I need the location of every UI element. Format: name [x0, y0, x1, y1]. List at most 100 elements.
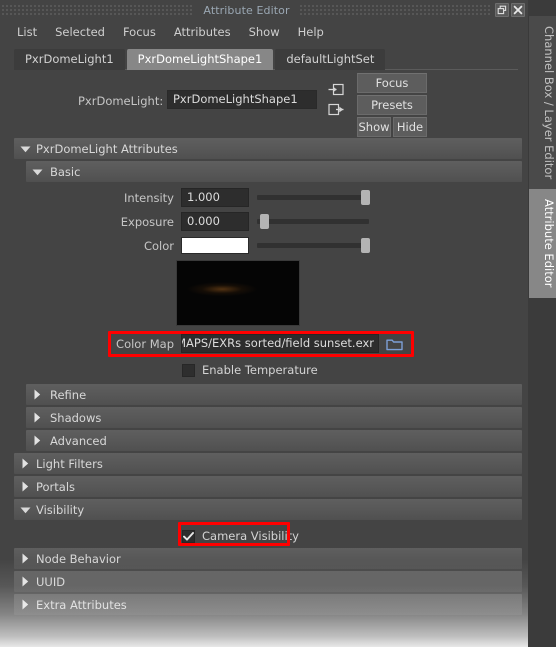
presets-button[interactable]: Presets: [357, 95, 427, 115]
node-header-row: PxrDomeLight: PxrDomeLightShape1 Focus P…: [0, 70, 528, 138]
tab-pxrdomelight1[interactable]: PxrDomeLight1: [14, 49, 125, 70]
restore-icon: [497, 5, 507, 15]
menu-list[interactable]: List: [8, 22, 46, 42]
node-action-buttons: Focus Presets Show Hide: [357, 73, 427, 139]
title-grip-right[interactable]: [299, 4, 492, 16]
section-label: Refine: [50, 387, 87, 402]
show-button[interactable]: Show: [357, 117, 391, 137]
menu-show[interactable]: Show: [240, 22, 289, 42]
intensity-slider[interactable]: [257, 189, 371, 206]
section-label: Portals: [36, 479, 76, 494]
color-swatch[interactable]: [181, 237, 249, 254]
checkmark-icon: [183, 531, 194, 541]
color-label: Color: [143, 238, 174, 253]
chevron-right-icon: [26, 389, 48, 400]
section-label: UUID: [36, 574, 66, 589]
side-tab-channel-box-layer-editor[interactable]: Channel Box / Layer Editor: [528, 16, 556, 190]
section-label: Shadows: [50, 410, 102, 425]
section-label: PxrDomeLight Attributes: [36, 141, 178, 156]
slider-knob[interactable]: [361, 238, 371, 253]
exposure-label: Exposure: [120, 214, 174, 229]
tab-pxrdomelightshape1[interactable]: PxrDomeLightShape1: [126, 49, 274, 70]
color-map-input[interactable]: HDRI MAPS/EXRs sorted/field sunset.exr: [181, 334, 379, 353]
exposure-slider[interactable]: [257, 213, 369, 230]
section-pxrdomelight-attributes[interactable]: PxrDomeLight Attributes: [14, 138, 522, 159]
row-enable-temperature[interactable]: Enable Temperature: [14, 360, 522, 380]
output-connection-button[interactable]: [328, 103, 344, 116]
exposure-input[interactable]: 0.000: [181, 212, 249, 231]
attribute-editor-window: Attribute Editor List Selected Focus Att…: [0, 0, 556, 647]
row-intensity: Intensity 1.000: [14, 187, 522, 208]
section-node-behavior[interactable]: Node Behavior: [14, 548, 522, 569]
chevron-right-icon: [26, 412, 48, 423]
section-refine[interactable]: Refine: [26, 384, 522, 405]
chevron-down-icon: [14, 145, 36, 153]
menu-selected[interactable]: Selected: [46, 22, 114, 42]
camera-visibility-checkbox[interactable]: [182, 529, 195, 543]
section-shadows[interactable]: Shadows: [26, 407, 522, 428]
intensity-label: Intensity: [123, 190, 174, 205]
color-slider[interactable]: [257, 237, 371, 254]
color-map-preview-wrap: [14, 260, 522, 326]
output-connection-icon: [328, 103, 344, 116]
chevron-right-icon: [14, 553, 36, 564]
restore-window-button[interactable]: [495, 3, 510, 17]
folder-browse-icon: [386, 339, 403, 350]
menu-help[interactable]: Help: [289, 22, 333, 42]
node-tab-strip: PxrDomeLight1 PxrDomeLightShape1 default…: [0, 44, 528, 70]
section-visibility[interactable]: Visibility: [14, 499, 522, 520]
section-label: Node Behavior: [36, 551, 121, 566]
color-map-label: Color Map: [116, 336, 174, 351]
enable-temperature-label: Enable Temperature: [202, 363, 318, 377]
slider-track: [257, 195, 369, 200]
row-camera-visibility[interactable]: Camera Visibility: [14, 526, 299, 546]
menu-attributes[interactable]: Attributes: [165, 22, 240, 42]
section-label: Basic: [50, 164, 81, 179]
window-title: Attribute Editor: [203, 3, 290, 17]
window-buttons: [491, 3, 526, 17]
section-basic[interactable]: Basic: [26, 161, 522, 182]
slider-knob[interactable]: [361, 190, 371, 205]
menu-bar: List Selected Focus Attributes Show Help: [0, 20, 528, 44]
slider-track: [257, 219, 369, 224]
section-uuid[interactable]: UUID: [14, 571, 522, 592]
camera-visibility-label: Camera Visibility: [202, 529, 299, 543]
side-tab-attribute-editor[interactable]: Attribute Editor: [528, 189, 556, 298]
color-map-browse-button[interactable]: [386, 337, 403, 351]
section-label: Visibility: [36, 502, 85, 517]
chevron-right-icon: [14, 576, 36, 587]
tab-defaultlightset[interactable]: defaultLightSet: [275, 49, 386, 70]
menu-focus[interactable]: Focus: [114, 22, 165, 42]
close-icon: [513, 5, 523, 15]
side-tab-filler: [528, 297, 556, 647]
chevron-right-icon: [14, 481, 36, 492]
enable-temperature-checkbox[interactable]: [182, 363, 195, 377]
node-type-label: PxrDomeLight:: [78, 94, 164, 108]
attribute-scroll-area[interactable]: PxrDomeLight Attributes Basic Intensity …: [0, 138, 528, 647]
title-grip-left[interactable]: [2, 4, 194, 16]
camera-visibility-wrap: Camera Visibility: [14, 522, 522, 546]
section-label: Advanced: [50, 433, 107, 448]
focus-button[interactable]: Focus: [357, 73, 427, 93]
slider-knob[interactable]: [260, 214, 270, 229]
node-name-input[interactable]: PxrDomeLightShape1: [167, 90, 317, 109]
show-hide-button-group: Show Hide: [357, 117, 427, 139]
color-map-path-text: HDRI MAPS/EXRs sorted/field sunset.exr: [181, 336, 374, 350]
chevron-right-icon: [14, 458, 36, 469]
hide-button[interactable]: Hide: [393, 117, 427, 137]
chevron-down-icon: [26, 168, 48, 176]
intensity-input[interactable]: 1.000: [181, 188, 249, 207]
section-advanced[interactable]: Advanced: [26, 430, 522, 451]
section-extra-attributes[interactable]: Extra Attributes: [14, 594, 522, 615]
color-map-thumbnail[interactable]: [176, 260, 300, 326]
section-label: Extra Attributes: [36, 597, 127, 612]
close-window-button[interactable]: [511, 3, 526, 17]
chevron-right-icon: [26, 435, 48, 446]
slider-track: [257, 243, 369, 248]
section-portals[interactable]: Portals: [14, 476, 522, 497]
section-label: Light Filters: [36, 456, 103, 471]
attribute-editor-panel: Attribute Editor List Selected Focus Att…: [0, 0, 528, 647]
section-light-filters[interactable]: Light Filters: [14, 453, 522, 474]
input-connection-button[interactable]: [328, 83, 344, 96]
row-exposure: Exposure 0.000: [14, 211, 522, 232]
